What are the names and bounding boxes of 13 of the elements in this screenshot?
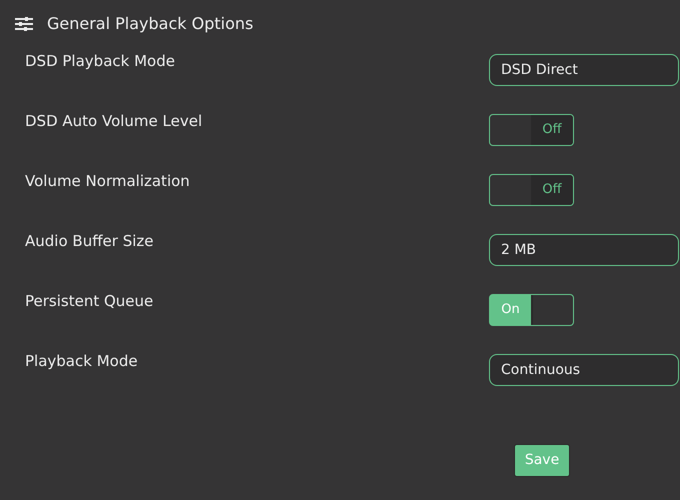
dropdown[interactable]: 2 MB (489, 234, 679, 266)
settings-icon[interactable] (15, 16, 33, 30)
setting-label: Audio Buffer Size (24, 231, 154, 252)
setting-label: DSD Auto Volume Level (24, 111, 204, 132)
section-title: General Playback Options (47, 12, 254, 34)
setting-label: Persistent Queue (24, 291, 154, 312)
setting-label: Playback Mode (24, 351, 139, 372)
setting-label: DSD Playback Mode (24, 51, 176, 72)
dropdown[interactable]: Continuous (489, 354, 679, 386)
dropdown[interactable]: DSD Direct (489, 54, 679, 86)
toggle-switch[interactable]: Off (489, 114, 574, 146)
setting-label: Volume Normalization (24, 171, 191, 192)
toggle-switch[interactable]: Off (489, 174, 574, 206)
